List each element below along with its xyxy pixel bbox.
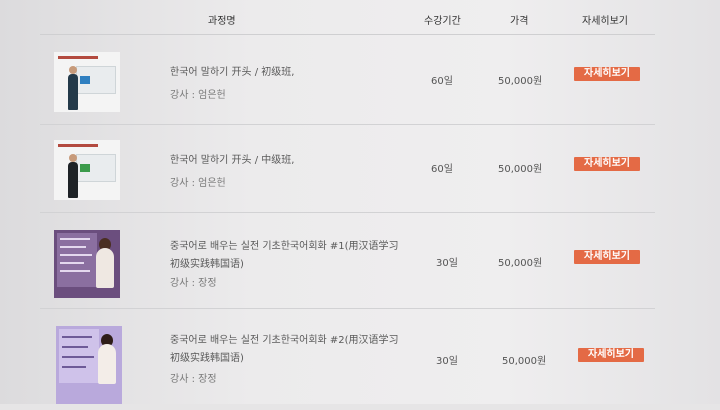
course-period: 30일 xyxy=(436,258,458,269)
course-thumbnail[interactable] xyxy=(54,230,120,298)
course-price: 50,000원 xyxy=(498,164,543,175)
header-course: 과정명 xyxy=(208,16,236,27)
course-title[interactable]: 중국어로 배우는 실전 기초한국어회화 #1(用汉语学习初级实践韩国语) xyxy=(170,238,400,274)
detail-button[interactable]: 자세히보기 xyxy=(578,348,644,362)
course-thumbnail[interactable] xyxy=(54,140,120,200)
course-period: 60일 xyxy=(431,164,453,175)
course-period: 60일 xyxy=(431,76,453,87)
header-price: 가격 xyxy=(510,16,529,27)
course-teacher: 강사 : 장정 xyxy=(170,374,217,385)
course-price: 50,000원 xyxy=(498,76,543,87)
course-teacher: 강사 : 장정 xyxy=(170,278,217,289)
header-detail: 자세히보기 xyxy=(582,16,628,27)
course-title[interactable]: 한국어 말하기 开头 / 初级班, xyxy=(170,64,400,82)
detail-button[interactable]: 자세히보기 xyxy=(574,250,640,264)
course-teacher: 강사 : 엄은헌 xyxy=(170,90,226,101)
course-row: 한국어 말하기 开头 / 中级班, 강사 : 엄은헌 60일 50,000원 자… xyxy=(40,124,655,213)
course-thumbnail[interactable] xyxy=(54,52,120,112)
course-thumbnail[interactable] xyxy=(56,326,122,404)
course-row: 중국어로 배우는 실전 기초한국어회화 #2(用汉语学习初级实践韩国语) 강사 … xyxy=(40,310,655,410)
table-header: 과정명 수강기간 가격 자세히보기 xyxy=(40,0,655,35)
course-price: 50,000원 xyxy=(502,356,547,367)
course-teacher: 강사 : 엄은헌 xyxy=(170,178,226,189)
course-title[interactable]: 한국어 말하기 开头 / 中级班, xyxy=(170,152,400,170)
detail-button[interactable]: 자세히보기 xyxy=(574,157,640,171)
course-row: 중국어로 배우는 실전 기초한국어회화 #1(用汉语学习初级实践韩国语) 강사 … xyxy=(40,212,655,309)
course-period: 30일 xyxy=(436,356,458,367)
header-period: 수강기간 xyxy=(424,16,461,27)
course-title[interactable]: 중국어로 배우는 실전 기초한국어회화 #2(用汉语学习初级实践韩国语) xyxy=(170,332,400,368)
detail-button[interactable]: 자세히보기 xyxy=(574,67,640,81)
page: 과정명 수강기간 가격 자세히보기 한국어 말하기 开头 / 初级班, 강사 :… xyxy=(0,0,720,404)
course-price: 50,000원 xyxy=(498,258,543,269)
course-row: 한국어 말하기 开头 / 初级班, 강사 : 엄은헌 60일 50,000원 자… xyxy=(40,36,655,125)
